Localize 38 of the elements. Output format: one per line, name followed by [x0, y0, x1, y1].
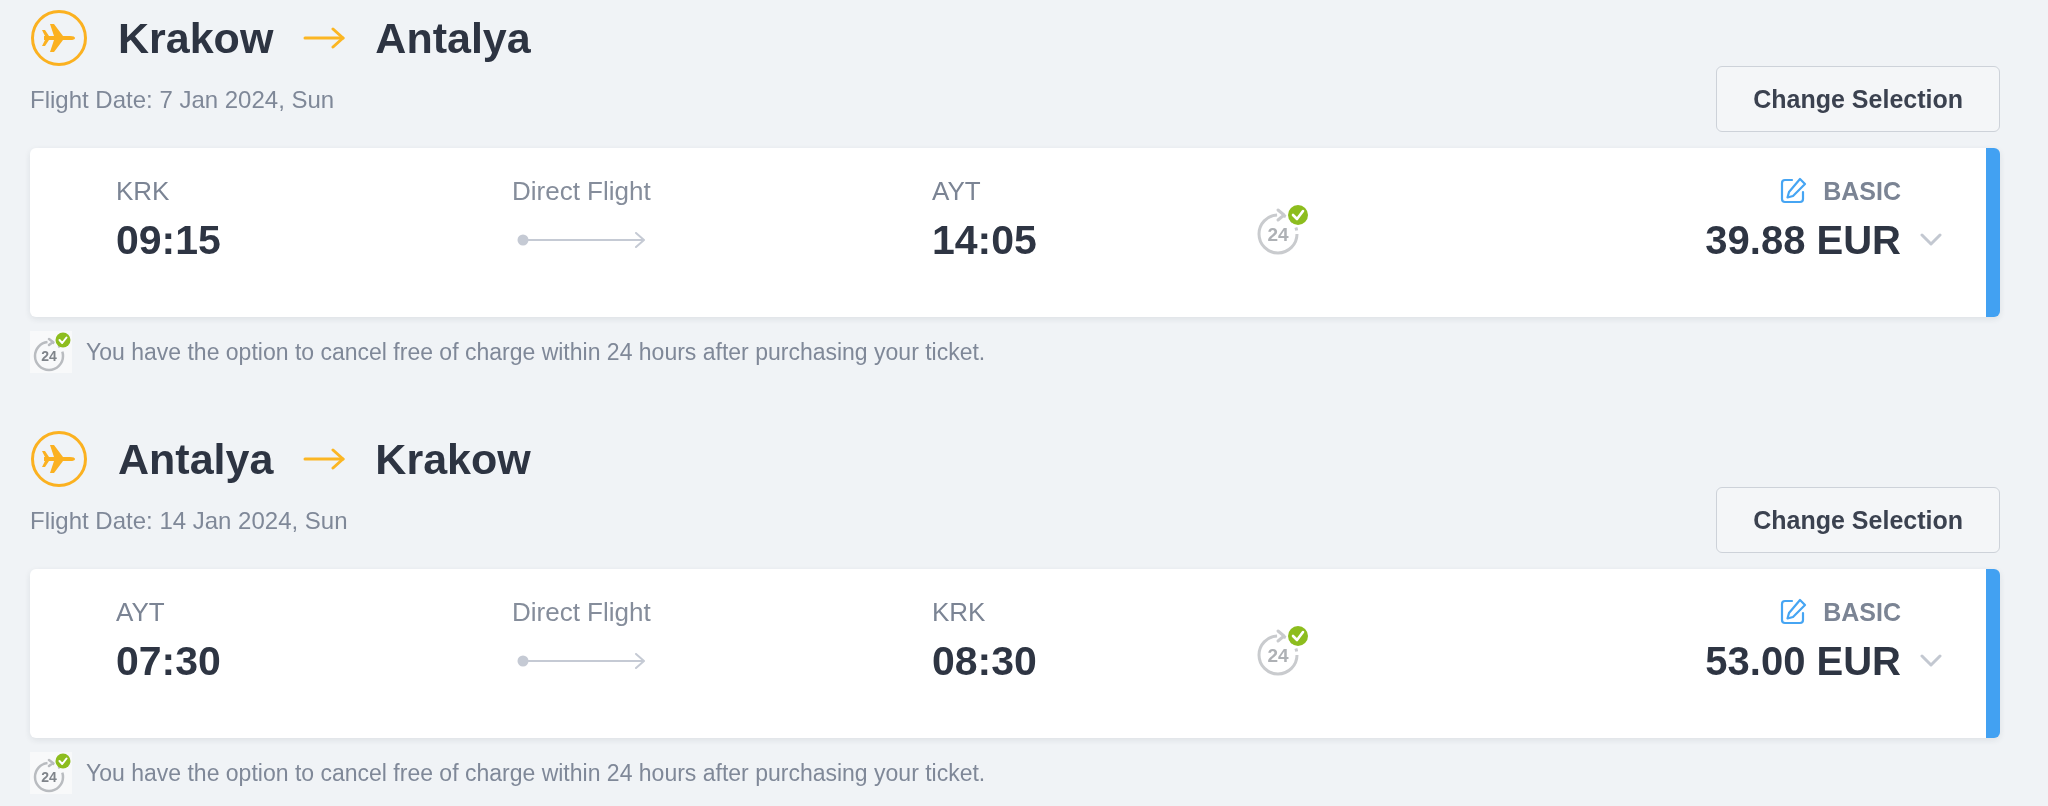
- fare-name: BASIC: [1823, 597, 1901, 628]
- right-arrow-icon: [303, 27, 346, 49]
- destination-city: Antalya: [375, 13, 531, 64]
- departure-airport-code: KRK: [116, 175, 170, 208]
- flight-card[interactable]: AYT 07:30 Direct Flight KRK 08:30 24 BASIC 53.00 EUR: [30, 569, 2000, 738]
- chevron-down-icon[interactable]: [1920, 654, 1942, 668]
- route-arrow-icon: [517, 232, 647, 248]
- departure-time: 07:30: [116, 637, 221, 686]
- cancellation-note: You have the option to cancel free of charge within 24 hours after purchasing your ticket.: [86, 338, 986, 367]
- fare-price: 39.88 EUR: [1705, 217, 1901, 264]
- airplane-icon: [30, 430, 88, 488]
- arrival-time: 08:30: [932, 637, 1037, 686]
- departure-time: 09:15: [116, 216, 221, 265]
- cancellation-note: You have the option to cancel free of charge within 24 hours after purchasing your ticket.: [86, 759, 986, 788]
- origin-city: Krakow: [118, 13, 274, 64]
- fare-price: 53.00 EUR: [1705, 638, 1901, 685]
- right-arrow-icon: [303, 448, 346, 470]
- arrival-airport-code: KRK: [932, 596, 986, 629]
- airplane-icon: [30, 9, 88, 67]
- origin-city: Antalya: [118, 434, 274, 485]
- arrival-time: 14:05: [932, 216, 1037, 265]
- free-cancellation-icon: 24: [30, 752, 72, 794]
- change-selection-button[interactable]: Change Selection: [1716, 66, 2000, 132]
- flight-type-label: Direct Flight: [512, 175, 651, 208]
- destination-city: Krakow: [375, 434, 531, 485]
- fare-name: BASIC: [1823, 176, 1901, 207]
- departure-airport-code: AYT: [116, 596, 165, 629]
- route-arrow-icon: [517, 653, 647, 669]
- flight-date: Flight Date: 14 Jan 2024, Sun: [30, 506, 348, 536]
- flight-card[interactable]: KRK 09:15 Direct Flight AYT 14:05 24 BASIC 39.88 EUR: [30, 148, 2000, 317]
- flight-date: Flight Date: 7 Jan 2024, Sun: [30, 85, 335, 115]
- change-selection-button[interactable]: Change Selection: [1716, 487, 2000, 553]
- edit-icon[interactable]: [1779, 177, 1808, 205]
- edit-icon[interactable]: [1779, 598, 1808, 626]
- flight-type-label: Direct Flight: [512, 596, 651, 629]
- free-cancellation-icon: 24: [30, 331, 72, 373]
- arrival-airport-code: AYT: [932, 175, 981, 208]
- chevron-down-icon[interactable]: [1920, 233, 1942, 247]
